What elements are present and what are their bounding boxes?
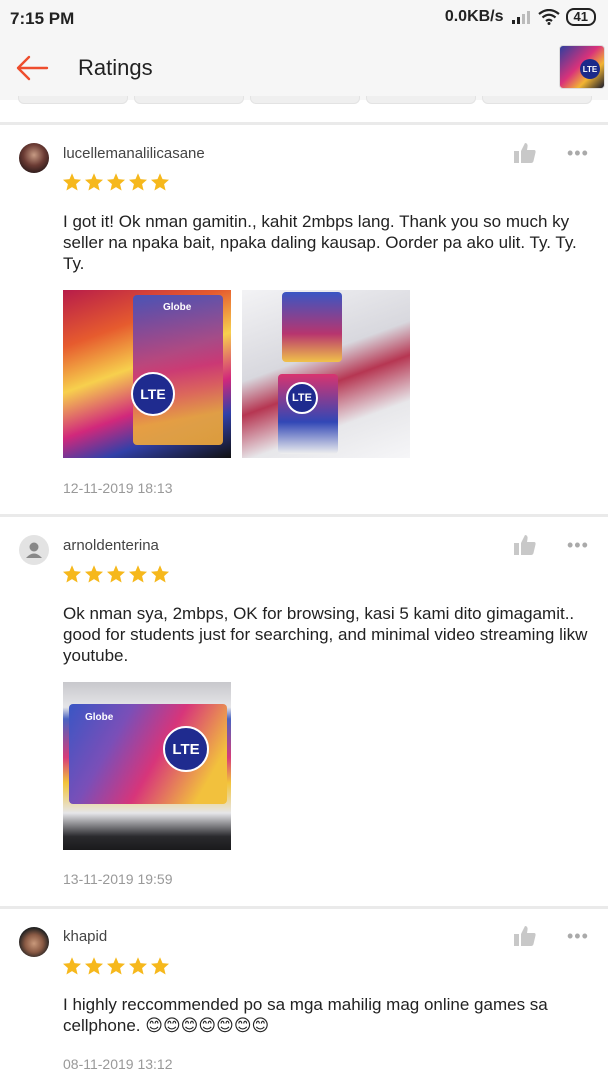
review-photo[interactable]: LTE <box>242 290 410 458</box>
filter-chip[interactable] <box>482 96 592 104</box>
review-text: I got it! Ok nman gamitin., kahit 2mbps … <box>63 212 577 273</box>
review-text: Ok nman sya, 2mbps, OK for browsing, kas… <box>63 604 588 665</box>
avatar[interactable] <box>19 927 49 957</box>
battery-indicator: 41 <box>565 8 596 26</box>
status-bar: 7:15 PM 0.0KB/s 41 <box>0 0 608 36</box>
default-avatar-icon <box>26 542 42 558</box>
star-icon <box>85 565 103 583</box>
star-icon <box>107 957 125 975</box>
review-date: 12-11-2019 18:13 <box>63 480 173 496</box>
review-item: arnoldenterina ••• Ok nman sya, 2mbps, O… <box>0 517 608 907</box>
back-arrow-icon[interactable] <box>14 52 50 84</box>
review-date: 08-11-2019 13:12 <box>63 1056 173 1072</box>
star-icon <box>129 565 147 583</box>
signal-icon <box>511 11 530 24</box>
review-item: khapid ••• I highly reccommended po sa m… <box>0 909 608 1080</box>
sim-card <box>282 292 342 362</box>
filter-chip[interactable] <box>18 96 128 104</box>
rating-stars <box>62 956 170 976</box>
avatar[interactable] <box>19 143 49 173</box>
rating-stars <box>62 564 170 584</box>
reviewer-name[interactable]: lucellemanalilicasane <box>63 145 205 162</box>
lte-logo: LTE <box>286 382 318 414</box>
review-date: 13-11-2019 19:59 <box>63 871 173 887</box>
review-photo[interactable]: Globe LTE <box>63 682 231 850</box>
star-icon <box>63 957 81 975</box>
status-time: 7:15 PM <box>10 9 75 28</box>
filter-chip[interactable] <box>366 96 476 104</box>
review-photo[interactable]: Globe LTE <box>63 290 231 458</box>
more-dots-icon[interactable]: ••• <box>567 144 589 162</box>
app-header: Ratings LTE <box>0 36 608 100</box>
sim-card <box>133 295 223 445</box>
star-icon <box>151 957 169 975</box>
page-title: Ratings <box>78 55 153 80</box>
more-dots-icon[interactable]: ••• <box>567 536 589 554</box>
thumbs-up-icon[interactable] <box>513 534 537 556</box>
lte-logo: LTE <box>131 372 175 416</box>
avatar[interactable] <box>19 535 49 565</box>
filter-chip-row <box>0 96 608 106</box>
star-icon <box>129 957 147 975</box>
star-icon <box>107 565 125 583</box>
star-icon <box>63 565 81 583</box>
more-dots-icon[interactable]: ••• <box>567 927 589 945</box>
filter-chip[interactable] <box>134 96 244 104</box>
lte-logo: LTE <box>163 726 209 772</box>
review-item: lucellemanalilicasane ••• I got it! Ok n… <box>0 125 608 515</box>
status-indicators: 0.0KB/s 41 <box>445 8 596 26</box>
filter-chip[interactable] <box>250 96 360 104</box>
review-text: I highly reccommended po sa mga mahilig … <box>63 995 548 1035</box>
star-icon <box>129 173 147 191</box>
rating-stars <box>62 172 170 192</box>
star-icon <box>151 173 169 191</box>
star-icon <box>107 173 125 191</box>
product-thumbnail[interactable]: LTE <box>559 45 605 89</box>
network-speed: 0.0KB/s <box>444 8 504 25</box>
star-icon <box>63 173 81 191</box>
thumbs-up-icon[interactable] <box>513 925 537 947</box>
star-icon <box>85 173 103 191</box>
globe-logo: Globe <box>163 302 192 313</box>
wifi-icon <box>537 9 560 25</box>
thumbs-up-icon[interactable] <box>513 142 537 164</box>
star-icon <box>151 565 169 583</box>
globe-logo: Globe <box>85 712 114 723</box>
reviewer-name[interactable]: arnoldenterina <box>63 537 159 554</box>
lte-logo-icon: LTE <box>580 59 600 79</box>
reviewer-name[interactable]: khapid <box>63 928 107 945</box>
star-icon <box>85 957 103 975</box>
